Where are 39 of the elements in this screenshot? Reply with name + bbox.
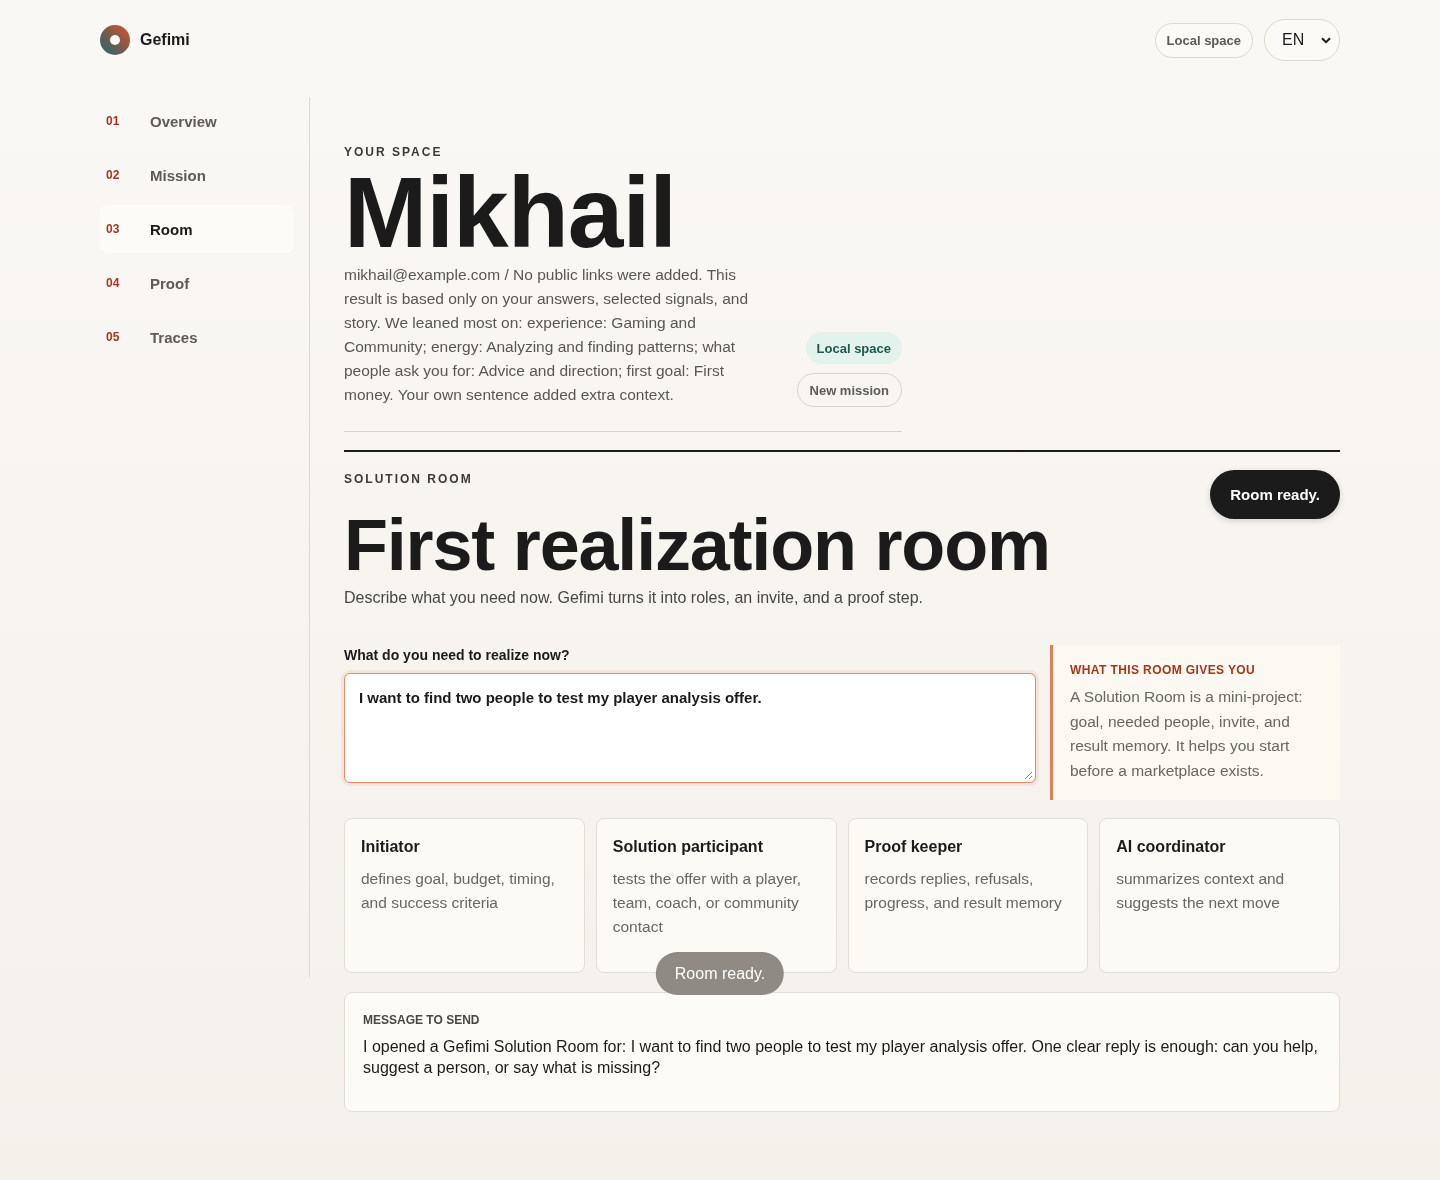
step-number: 03 — [106, 222, 121, 236]
resize-grip-icon[interactable] — [1024, 771, 1033, 780]
toast-notification: Room ready. — [655, 952, 785, 995]
step-number: 01 — [106, 114, 121, 128]
step-number: 02 — [106, 168, 121, 182]
nav-item[interactable]: 05 Traces — [100, 313, 294, 361]
logo-icon — [100, 25, 130, 55]
message-title: MESSAGE TO SEND — [363, 1012, 481, 1029]
nav-item[interactable]: 02 Mission — [100, 151, 294, 199]
nav-item[interactable]: 01 Overview — [100, 97, 294, 145]
role-title: Proof keeper — [864, 837, 964, 857]
status-tag: Local space — [805, 332, 902, 364]
role-description: defines goal, budget, timing, and success criteria — [361, 869, 556, 913]
step-number: 05 — [106, 330, 121, 344]
role-description: summarizes context and suggests the next move — [1116, 869, 1286, 913]
chevron-down-icon — [1321, 36, 1331, 44]
role-title: Initiator — [361, 837, 421, 857]
step-number: 04 — [106, 276, 121, 290]
role-description: tests the offer with a player, team, coach, or community contact — [612, 869, 803, 937]
section-label: SOLUTION ROOM — [344, 471, 474, 488]
message-text: I opened a Gefimi Solution Room for: I want to find two people to test my player analysis offer. One clear reply is enough: can you help, suggest a person, or say what is missing? — [363, 1037, 1319, 1078]
info-text: A Solution Room is a mini-project: goal, needed people, invite, and result memory. It helps you start before a marketplace exists. — [1070, 687, 1304, 781]
role-title: AI coordinator — [1116, 837, 1227, 857]
space-badge: Local space — [1154, 22, 1253, 58]
nav-item[interactable]: 04 Proof — [100, 259, 294, 307]
room-description: Describe what you need now. Gefimi turns it into roles, an invite, and a proof step. — [344, 588, 924, 608]
nav-item[interactable]: 03 Room — [100, 205, 294, 253]
profile-summary: mikhail@example.com / No public links were added. This result is based only on your answers, selected signals, and story. We leaned most on: experience: Gaming and Community; energy: Analyzing and finding patterns; what people ask you for: Advice and direction; first goal: First money. Your own sentence added extra context. — [344, 265, 750, 405]
language-select[interactable]: EN — [1264, 19, 1340, 61]
section-label: YOUR SPACE — [344, 144, 444, 161]
brand-name: Gefimi — [140, 31, 190, 49]
room-title: First realization room — [344, 509, 1050, 581]
status-pill: Room ready. — [1210, 470, 1340, 519]
role-description: records replies, refusals, progress, and result memory — [864, 869, 1063, 913]
role-title: Solution participant — [612, 837, 764, 857]
info-title: WHAT THIS ROOM GIVES YOU — [1070, 662, 1257, 679]
text-area[interactable]: I want to find two people to test my player analysis offer. — [344, 673, 1036, 783]
field-label: What do you need to realize now? — [344, 646, 571, 665]
profile-name: Mikhail — [344, 167, 677, 257]
